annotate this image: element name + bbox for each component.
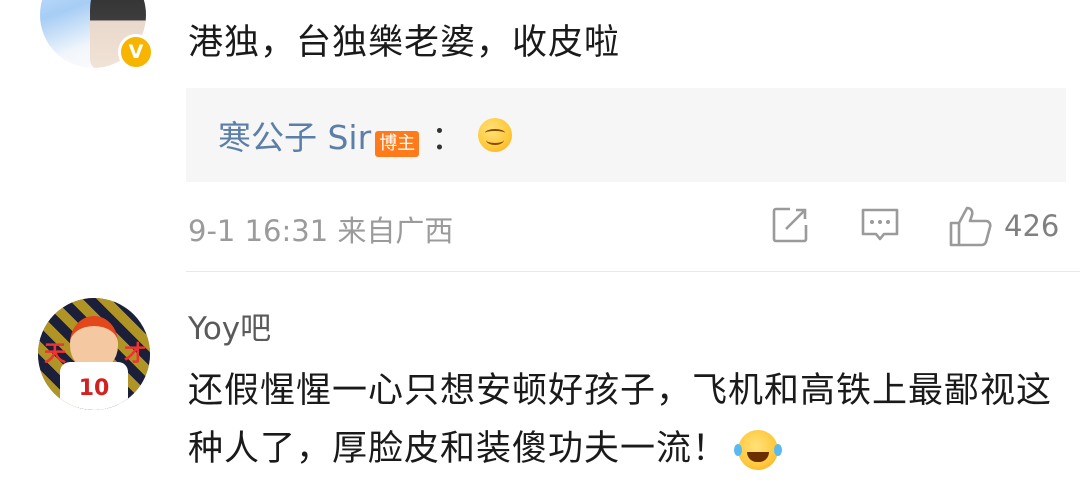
comment-divider	[186, 271, 1080, 272]
comment-meta: 9-1 16:31 来自广西	[188, 214, 454, 248]
comment-list: V 港独，台独樂老婆，收皮啦 寒公子 Sir 博主 ： 9-1 16:31 来自广…	[0, 0, 1080, 485]
username[interactable]: Yoy吧	[188, 303, 271, 348]
like-thumb-icon[interactable]	[948, 205, 992, 247]
reply-author-link[interactable]: 寒公子 Sir 博主	[218, 111, 420, 159]
comment-text-2: 还假惺惺一心只想安顿好孩子，飞机和高铁上最鄙视这种人了，厚脸皮和装傻功夫一流！	[188, 362, 1058, 478]
comment-body: 还假惺惺一心只想安顿好孩子，飞机和高铁上最鄙视这种人了，厚脸皮和装傻功夫一流！	[188, 371, 1053, 469]
comment-text: 港独，台独樂老婆，收皮啦	[188, 23, 621, 63]
comment-icon[interactable]	[860, 205, 900, 245]
reply-preview-box[interactable]: 寒公子 Sir 博主 ：	[186, 88, 1066, 182]
avatar-jersey: 10	[60, 362, 128, 410]
avatar-text-left: 天	[44, 342, 67, 367]
reply-separator: ：	[431, 118, 465, 157]
author-badge: 博主	[375, 131, 420, 157]
reply-author-name[interactable]: 寒公子 Sir	[218, 118, 371, 157]
smile-emoji-icon	[478, 118, 513, 152]
share-icon[interactable]	[770, 205, 810, 245]
tears-of-joy-emoji-icon	[734, 430, 779, 470]
like-count: 426	[1004, 209, 1060, 243]
verified-badge-icon: V	[118, 34, 154, 70]
avatar-text-right: 才	[124, 342, 147, 367]
user-avatar-2[interactable]: 天 才 10	[38, 298, 150, 410]
